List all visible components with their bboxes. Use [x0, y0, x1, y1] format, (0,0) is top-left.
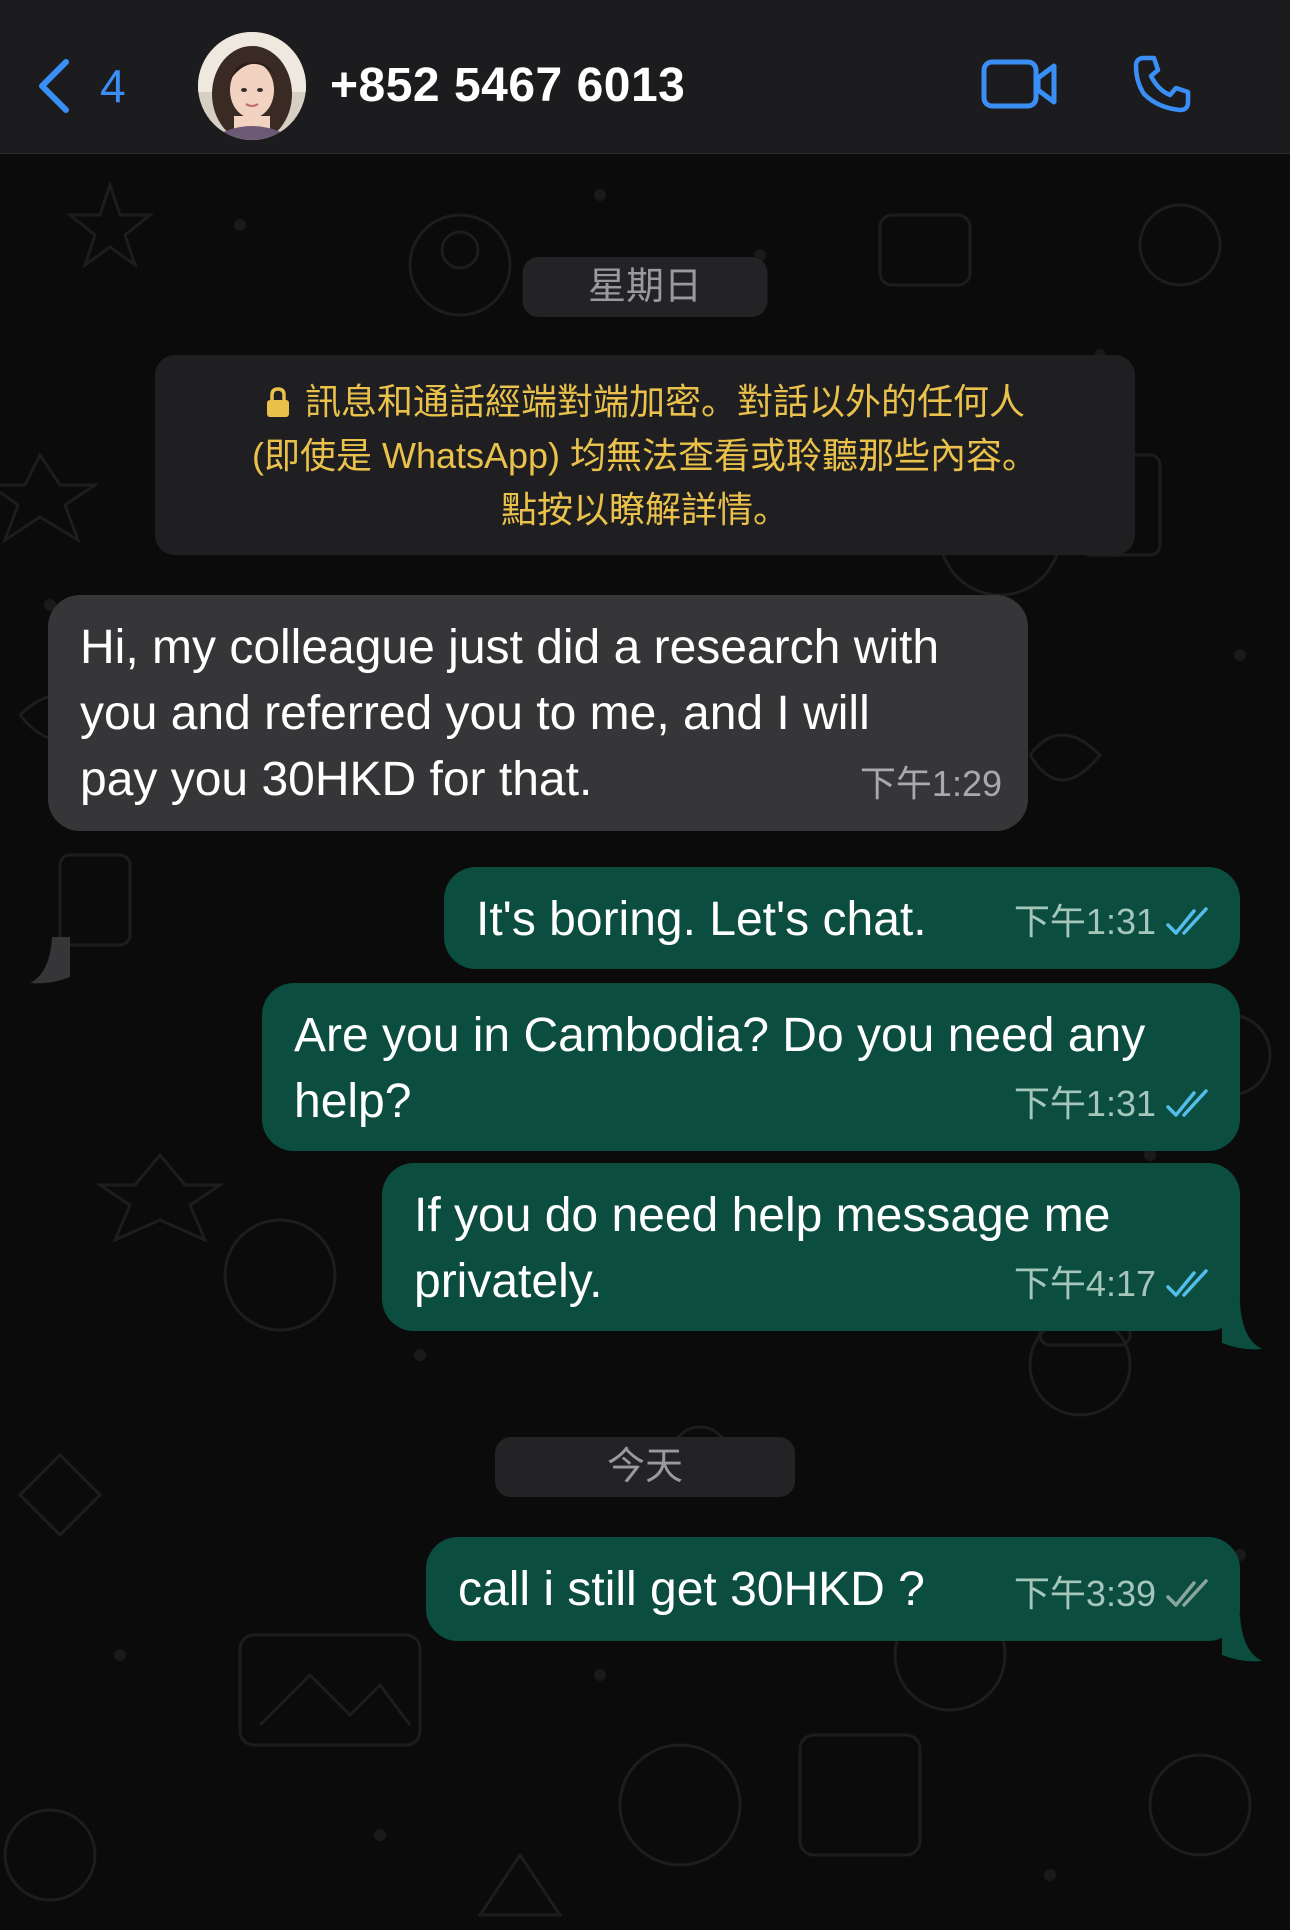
message-time: 下午1:29 — [859, 763, 1002, 804]
message-time: 下午1:31 — [1013, 1083, 1156, 1124]
double-check-icon — [1166, 1089, 1208, 1117]
voice-call-button[interactable] — [1130, 52, 1194, 121]
message-time: 下午3:39 — [1013, 1573, 1156, 1614]
double-check-icon — [1166, 1269, 1208, 1297]
contact-name[interactable]: +852 5467 6013 — [330, 58, 685, 113]
message-outgoing[interactable]: call i still get 30HKD ? 下午3:39 — [426, 1537, 1240, 1641]
encryption-notice[interactable]: 訊息和通話經端對端加密。對話以外的任何人 (即使是 WhatsApp) 均無法查… — [155, 355, 1135, 555]
phone-icon — [1133, 55, 1191, 113]
message-text: call i still get 30HKD ? — [458, 1563, 925, 1616]
date-separator: 今天 — [495, 1437, 795, 1497]
chat-header: 4 +852 5467 6013 — [0, 0, 1290, 154]
message-text: Hi, my colleague just did a research wit… — [80, 621, 940, 806]
message-meta: 下午1:31 — [1014, 889, 1214, 955]
avatar[interactable] — [198, 32, 306, 140]
encryption-line-1: 訊息和通話經端對端加密。對話以外的任何人 — [155, 375, 1135, 429]
message-text: It's boring. Let's chat. — [476, 893, 927, 946]
video-call-button[interactable] — [980, 56, 1060, 117]
message-meta: 下午1:31 — [1014, 1071, 1214, 1137]
message-meta: 下午4:17 — [1014, 1251, 1214, 1317]
chat-area[interactable]: 星期日 訊息和通話經端對端加密。對話以外的任何人 (即使是 WhatsApp) … — [0, 155, 1290, 1930]
double-check-icon — [1166, 1579, 1208, 1607]
chevron-left-icon — [39, 59, 69, 113]
encryption-line-3: 點按以瞭解詳情。 — [500, 489, 789, 530]
message-meta: 下午1:29 — [860, 751, 1002, 817]
bubble-tail — [30, 937, 70, 984]
lock-icon — [266, 387, 289, 417]
double-check-icon — [1166, 907, 1208, 935]
message-outgoing[interactable]: It's boring. Let's chat. 下午1:31 — [444, 867, 1240, 969]
back-button[interactable]: 4 — [36, 56, 126, 116]
message-time: 下午1:31 — [1013, 901, 1156, 942]
unread-count: 4 — [100, 60, 126, 112]
message-incoming[interactable]: Hi, my colleague just did a research wit… — [48, 595, 1028, 831]
message-outgoing[interactable]: If you do need help message me privately… — [382, 1163, 1240, 1331]
message-time: 下午4:17 — [1013, 1263, 1156, 1304]
video-camera-icon — [981, 59, 1057, 109]
date-separator: 星期日 — [522, 257, 768, 317]
encryption-line-2: (即使是 WhatsApp) 均無法查看或聆聽那些內容。 — [251, 435, 1039, 476]
message-outgoing[interactable]: Are you in Cambodia? Do you need any hel… — [262, 983, 1240, 1151]
message-text: If you do need help message me privately… — [414, 1189, 1111, 1308]
message-meta: 下午3:39 — [1014, 1561, 1214, 1627]
